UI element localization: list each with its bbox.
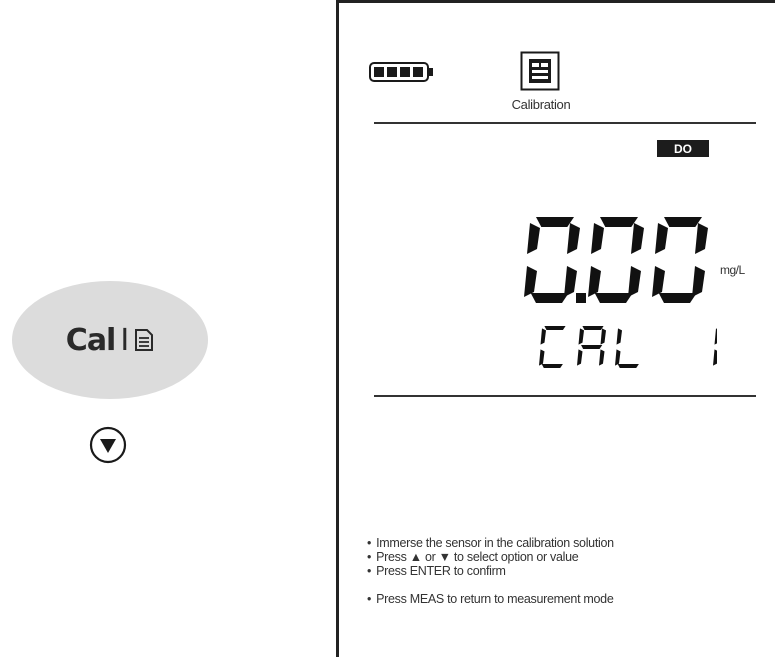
segment bbox=[581, 345, 603, 349]
segment bbox=[564, 266, 577, 297]
top-divider bbox=[374, 122, 756, 124]
segment bbox=[582, 326, 604, 330]
segment bbox=[658, 293, 697, 303]
reading-unit: mg/L bbox=[720, 263, 745, 277]
reading-value bbox=[524, 217, 708, 303]
instruction-item: Immerse the sensor in the calibration so… bbox=[367, 536, 767, 550]
segment-digit bbox=[539, 326, 566, 368]
cal-key-label: Cal bbox=[65, 322, 117, 358]
segment bbox=[536, 217, 574, 227]
segment bbox=[628, 266, 641, 297]
segment bbox=[544, 326, 566, 330]
calibration-mode-label: Calibration bbox=[511, 97, 571, 112]
segment bbox=[577, 349, 583, 366]
segment bbox=[695, 223, 708, 254]
middle-divider bbox=[374, 395, 756, 397]
battery-bar bbox=[374, 67, 384, 77]
segment-digit bbox=[652, 217, 708, 303]
segment bbox=[631, 223, 644, 254]
meter-screen: Calibration DO mg/L Immerse the sensor i… bbox=[336, 0, 775, 657]
segment bbox=[591, 223, 604, 254]
instructions-list: Immerse the sensor in the calibration so… bbox=[367, 536, 767, 606]
parameter-badge: DO bbox=[657, 140, 709, 157]
battery-bar bbox=[387, 67, 397, 77]
segment bbox=[530, 293, 569, 303]
segment bbox=[527, 223, 540, 254]
segment bbox=[599, 349, 605, 366]
segment-digit bbox=[713, 328, 717, 366]
battery-icon bbox=[369, 62, 433, 82]
segment bbox=[541, 364, 563, 368]
battery-bar bbox=[400, 67, 410, 77]
decimal-point bbox=[576, 293, 586, 303]
segment bbox=[664, 217, 702, 227]
battery-bar bbox=[413, 67, 423, 77]
segment bbox=[594, 293, 633, 303]
segment bbox=[692, 266, 705, 297]
segment bbox=[524, 266, 537, 297]
segment-digit bbox=[524, 217, 580, 303]
instruction-item: Press MEAS to return to measurement mode bbox=[367, 592, 767, 606]
calibration-icon bbox=[520, 51, 560, 91]
segment bbox=[588, 266, 601, 297]
instruction-item: Press ▲ or ▼ to select option or value bbox=[367, 550, 767, 564]
cal-key-button[interactable]: Cal I bbox=[12, 281, 208, 399]
status-text bbox=[539, 326, 717, 368]
segment bbox=[600, 328, 606, 345]
segment bbox=[713, 349, 717, 366]
segment bbox=[578, 328, 584, 345]
document-icon bbox=[135, 329, 154, 351]
segment bbox=[616, 328, 622, 345]
segment bbox=[615, 349, 621, 366]
segment-digit bbox=[615, 328, 639, 368]
segment bbox=[617, 364, 639, 368]
segment bbox=[655, 223, 668, 254]
cal-key-separator: I bbox=[120, 322, 129, 358]
segment-digit bbox=[577, 326, 606, 366]
segment bbox=[567, 223, 580, 254]
segment bbox=[652, 266, 665, 297]
instruction-item: Press ENTER to confirm bbox=[367, 564, 767, 578]
segment bbox=[714, 328, 717, 345]
down-key-button[interactable] bbox=[89, 426, 127, 464]
segment bbox=[600, 217, 638, 227]
segment bbox=[540, 328, 546, 345]
segment-digit bbox=[588, 217, 644, 303]
segment bbox=[539, 349, 545, 366]
